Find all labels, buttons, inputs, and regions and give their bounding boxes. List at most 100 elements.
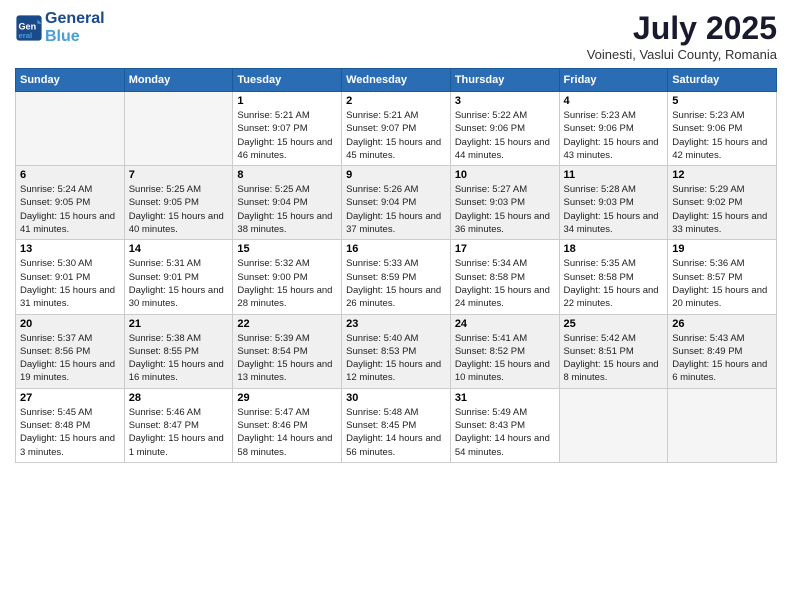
calendar-week-row: 20 Sunrise: 5:37 AM Sunset: 8:56 PM Dayli…	[16, 314, 777, 388]
day-info: Sunrise: 5:41 AM Sunset: 8:52 PM Dayligh…	[455, 332, 555, 385]
calendar-cell: 13Sunrise: 5:30 AM Sunset: 9:01 PM Dayli…	[16, 240, 125, 314]
calendar-week-row: 1 Sunrise: 5:21 AM Sunset: 9:07 PM Daylig…	[16, 92, 777, 166]
day-number: 5	[672, 95, 772, 107]
day-info: Sunrise: 5:28 AM Sunset: 9:03 PM Dayligh…	[564, 183, 664, 236]
calendar-cell: 3 Sunrise: 5:22 AM Sunset: 9:06 PM Daylig…	[450, 92, 559, 166]
day-number: 29	[237, 392, 337, 404]
calendar-cell: 11Sunrise: 5:28 AM Sunset: 9:03 PM Dayli…	[559, 166, 668, 240]
calendar-cell	[559, 388, 668, 462]
day-number: 16	[346, 243, 446, 255]
calendar-cell: 10 Sunrise: 5:27 AM Sunset: 9:03 PM Dayli…	[450, 166, 559, 240]
calendar-cell: 19 Sunrise: 5:36 AM Sunset: 8:57 PM Dayli…	[668, 240, 777, 314]
logo: Gen eral General Blue	[15, 10, 105, 45]
day-number: 1	[237, 95, 337, 107]
calendar-header-friday: Friday	[559, 69, 668, 92]
day-number: 3	[455, 95, 555, 107]
calendar-cell: 29Sunrise: 5:47 AM Sunset: 8:46 PM Dayli…	[233, 388, 342, 462]
calendar-cell: 18Sunrise: 5:35 AM Sunset: 8:58 PM Dayli…	[559, 240, 668, 314]
day-number: 2	[346, 95, 446, 107]
day-info: Sunrise: 5:23 AM Sunset: 9:06 PM Dayligh…	[672, 109, 772, 162]
calendar-cell: 20 Sunrise: 5:37 AM Sunset: 8:56 PM Dayli…	[16, 314, 125, 388]
calendar-cell: 1 Sunrise: 5:21 AM Sunset: 9:07 PM Daylig…	[233, 92, 342, 166]
day-number: 27	[20, 392, 120, 404]
day-number: 4	[564, 95, 664, 107]
day-number: 24	[455, 318, 555, 330]
day-info: Sunrise: 5:48 AM Sunset: 8:45 PM Dayligh…	[346, 406, 446, 459]
day-info: Sunrise: 5:33 AM Sunset: 8:59 PM Dayligh…	[346, 257, 446, 310]
calendar-cell: 21Sunrise: 5:38 AM Sunset: 8:55 PM Dayli…	[124, 314, 233, 388]
day-number: 14	[129, 243, 229, 255]
day-info: Sunrise: 5:43 AM Sunset: 8:49 PM Dayligh…	[672, 332, 772, 385]
day-info: Sunrise: 5:36 AM Sunset: 8:57 PM Dayligh…	[672, 257, 772, 310]
calendar-header-row: SundayMondayTuesdayWednesdayThursdayFrid…	[16, 69, 777, 92]
calendar-header-sunday: Sunday	[16, 69, 125, 92]
day-info: Sunrise: 5:25 AM Sunset: 9:05 PM Dayligh…	[129, 183, 229, 236]
day-info: Sunrise: 5:29 AM Sunset: 9:02 PM Dayligh…	[672, 183, 772, 236]
day-info: Sunrise: 5:32 AM Sunset: 9:00 PM Dayligh…	[237, 257, 337, 310]
calendar-cell	[16, 92, 125, 166]
day-number: 13	[20, 243, 120, 255]
day-number: 31	[455, 392, 555, 404]
calendar-cell: 5 Sunrise: 5:23 AM Sunset: 9:06 PM Daylig…	[668, 92, 777, 166]
day-number: 20	[20, 318, 120, 330]
day-number: 18	[564, 243, 664, 255]
calendar-header-thursday: Thursday	[450, 69, 559, 92]
calendar-cell: 27 Sunrise: 5:45 AM Sunset: 8:48 PM Dayli…	[16, 388, 125, 462]
calendar-cell: 9 Sunrise: 5:26 AM Sunset: 9:04 PM Daylig…	[342, 166, 451, 240]
day-number: 19	[672, 243, 772, 255]
svg-text:eral: eral	[19, 30, 33, 39]
logo-general: General	[45, 10, 105, 28]
day-info: Sunrise: 5:26 AM Sunset: 9:04 PM Dayligh…	[346, 183, 446, 236]
day-info: Sunrise: 5:34 AM Sunset: 8:58 PM Dayligh…	[455, 257, 555, 310]
calendar-cell: 14Sunrise: 5:31 AM Sunset: 9:01 PM Dayli…	[124, 240, 233, 314]
day-number: 9	[346, 169, 446, 181]
day-number: 8	[237, 169, 337, 181]
day-number: 7	[129, 169, 229, 181]
day-info: Sunrise: 5:22 AM Sunset: 9:06 PM Dayligh…	[455, 109, 555, 162]
day-number: 17	[455, 243, 555, 255]
day-info: Sunrise: 5:46 AM Sunset: 8:47 PM Dayligh…	[129, 406, 229, 459]
day-number: 10	[455, 169, 555, 181]
calendar-cell: 31 Sunrise: 5:49 AM Sunset: 8:43 PM Dayli…	[450, 388, 559, 462]
calendar-cell: 22Sunrise: 5:39 AM Sunset: 8:54 PM Dayli…	[233, 314, 342, 388]
calendar-header-monday: Monday	[124, 69, 233, 92]
calendar-cell: 8 Sunrise: 5:25 AM Sunset: 9:04 PM Daylig…	[233, 166, 342, 240]
day-info: Sunrise: 5:45 AM Sunset: 8:48 PM Dayligh…	[20, 406, 120, 459]
day-number: 12	[672, 169, 772, 181]
calendar-cell: 6Sunrise: 5:24 AM Sunset: 9:05 PM Daylig…	[16, 166, 125, 240]
day-info: Sunrise: 5:38 AM Sunset: 8:55 PM Dayligh…	[129, 332, 229, 385]
day-info: Sunrise: 5:21 AM Sunset: 9:07 PM Dayligh…	[346, 109, 446, 162]
day-info: Sunrise: 5:39 AM Sunset: 8:54 PM Dayligh…	[237, 332, 337, 385]
day-number: 30	[346, 392, 446, 404]
calendar-week-row: 6Sunrise: 5:24 AM Sunset: 9:05 PM Daylig…	[16, 166, 777, 240]
svg-text:Gen: Gen	[19, 21, 37, 31]
day-number: 28	[129, 392, 229, 404]
calendar-cell	[668, 388, 777, 462]
day-info: Sunrise: 5:25 AM Sunset: 9:04 PM Dayligh…	[237, 183, 337, 236]
logo-blue: Blue	[45, 28, 105, 46]
calendar-cell: 23Sunrise: 5:40 AM Sunset: 8:53 PM Dayli…	[342, 314, 451, 388]
location: Voinesti, Vaslui County, Romania	[587, 47, 777, 62]
calendar-cell: 16 Sunrise: 5:33 AM Sunset: 8:59 PM Dayli…	[342, 240, 451, 314]
day-info: Sunrise: 5:37 AM Sunset: 8:56 PM Dayligh…	[20, 332, 120, 385]
calendar-cell: 28 Sunrise: 5:46 AM Sunset: 8:47 PM Dayli…	[124, 388, 233, 462]
day-number: 6	[20, 169, 120, 181]
calendar-header-wednesday: Wednesday	[342, 69, 451, 92]
calendar-cell: 4 Sunrise: 5:23 AM Sunset: 9:06 PM Daylig…	[559, 92, 668, 166]
calendar-table: SundayMondayTuesdayWednesdayThursdayFrid…	[15, 68, 777, 463]
calendar-cell: 12 Sunrise: 5:29 AM Sunset: 9:02 PM Dayli…	[668, 166, 777, 240]
calendar-cell	[124, 92, 233, 166]
day-info: Sunrise: 5:40 AM Sunset: 8:53 PM Dayligh…	[346, 332, 446, 385]
calendar-cell: 24 Sunrise: 5:41 AM Sunset: 8:52 PM Dayli…	[450, 314, 559, 388]
day-info: Sunrise: 5:21 AM Sunset: 9:07 PM Dayligh…	[237, 109, 337, 162]
day-info: Sunrise: 5:27 AM Sunset: 9:03 PM Dayligh…	[455, 183, 555, 236]
day-number: 15	[237, 243, 337, 255]
day-info: Sunrise: 5:42 AM Sunset: 8:51 PM Dayligh…	[564, 332, 664, 385]
calendar-cell: 15 Sunrise: 5:32 AM Sunset: 9:00 PM Dayli…	[233, 240, 342, 314]
day-info: Sunrise: 5:49 AM Sunset: 8:43 PM Dayligh…	[455, 406, 555, 459]
logo-icon: Gen eral	[15, 14, 43, 42]
day-info: Sunrise: 5:23 AM Sunset: 9:06 PM Dayligh…	[564, 109, 664, 162]
day-number: 26	[672, 318, 772, 330]
calendar-cell: 26 Sunrise: 5:43 AM Sunset: 8:49 PM Dayli…	[668, 314, 777, 388]
calendar-cell: 30 Sunrise: 5:48 AM Sunset: 8:45 PM Dayli…	[342, 388, 451, 462]
